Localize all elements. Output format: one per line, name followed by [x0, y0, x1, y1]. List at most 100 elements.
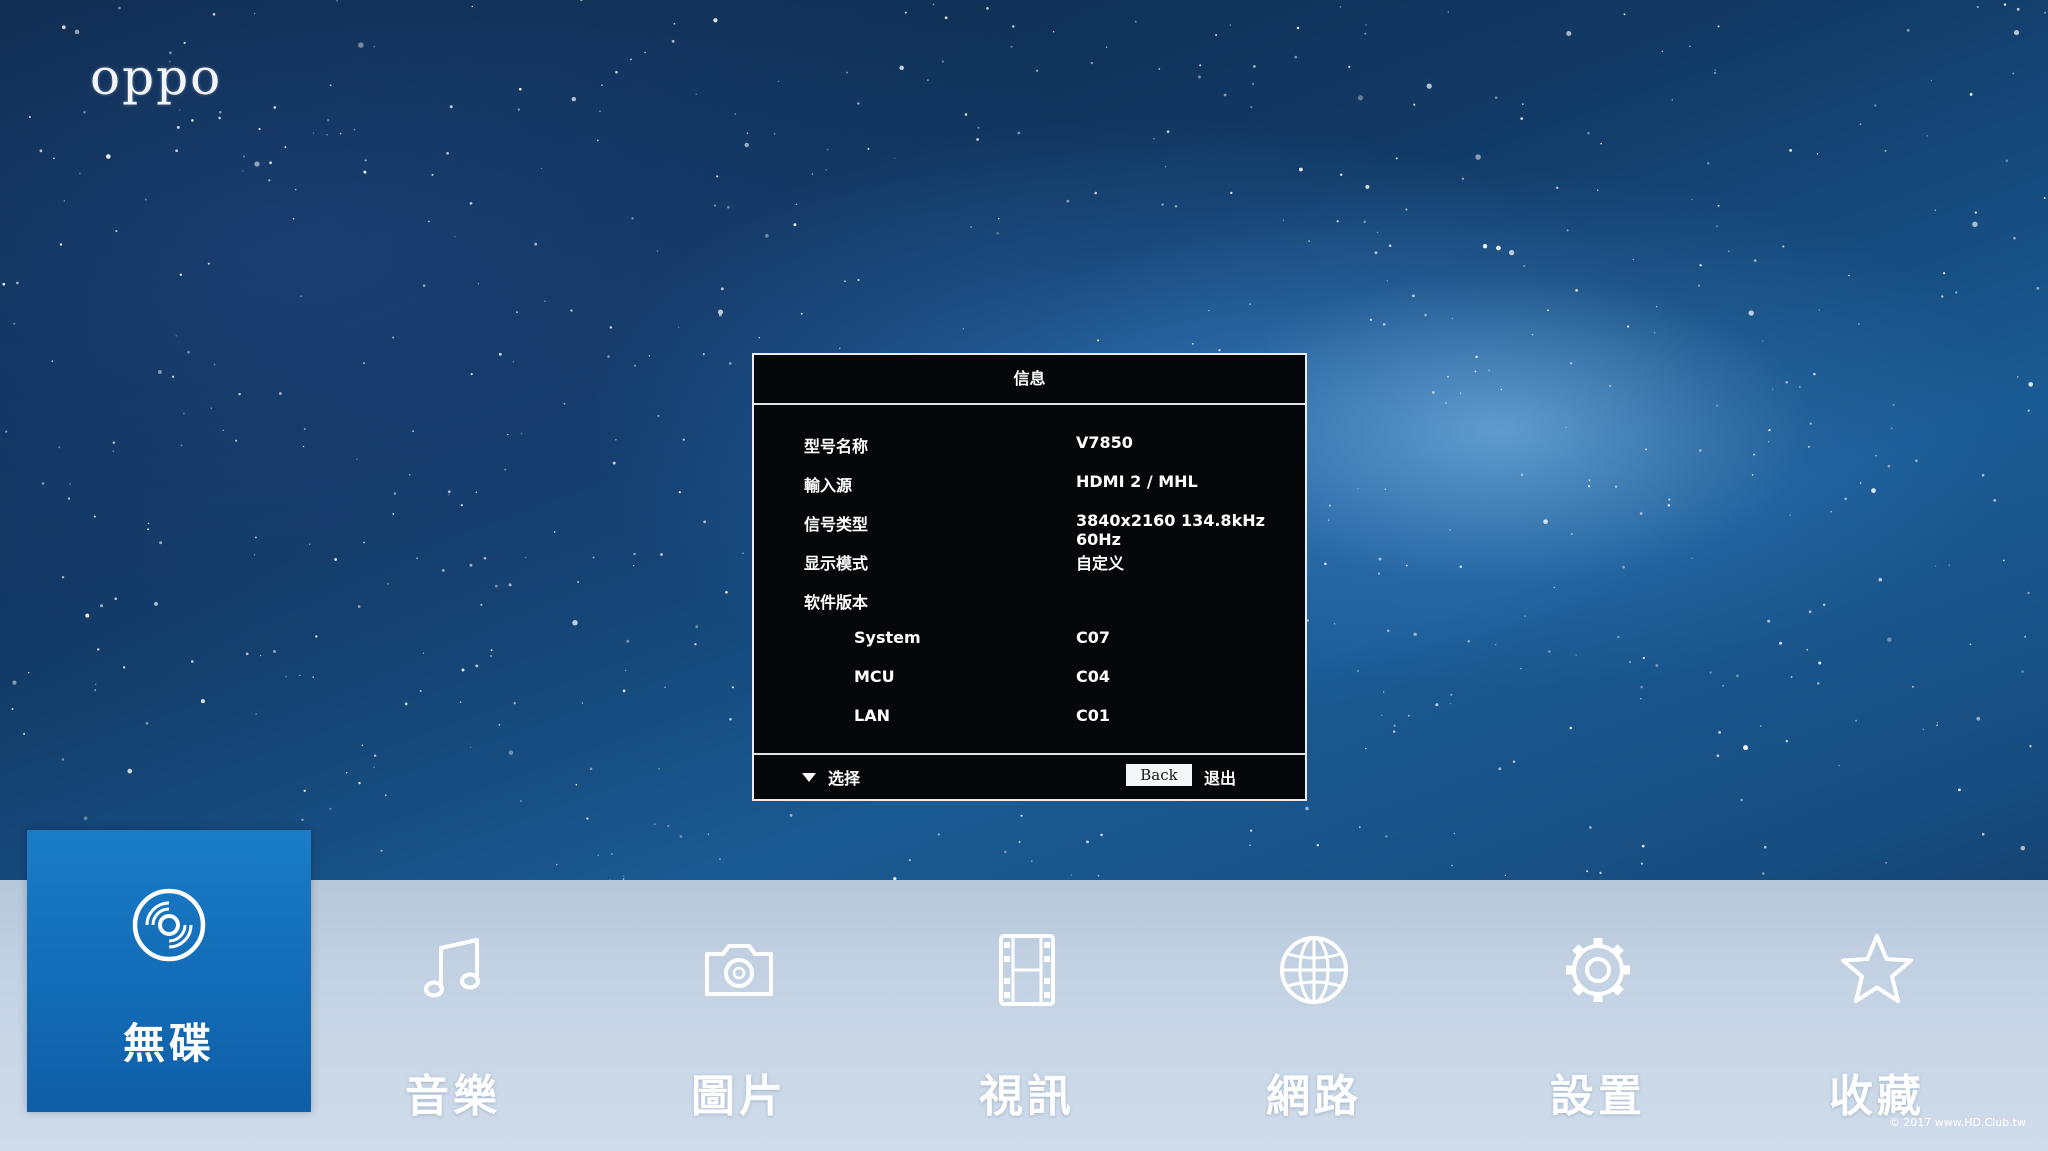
star: [609, 326, 612, 329]
info-row-signal-type: 信号类型 3840x2160 134.8kHz 60Hz: [754, 511, 1305, 549]
star: [1661, 50, 1664, 53]
star: [1411, 294, 1415, 298]
star: [1328, 519, 1330, 521]
star: [175, 335, 177, 337]
star: [1408, 715, 1410, 717]
star: [1531, 333, 1534, 336]
star: [461, 668, 465, 672]
star: [512, 360, 515, 363]
star: [1875, 454, 1877, 457]
star: [581, 702, 584, 704]
star: [391, 336, 395, 339]
star: [191, 119, 194, 122]
star: [294, 188, 297, 191]
star: [1426, 83, 1432, 89]
oppo-logo: oppo: [90, 48, 223, 106]
star: [1808, 610, 1812, 614]
menu-item-photos[interactable]: 圖片: [619, 880, 859, 1151]
star: [312, 676, 315, 678]
star: [178, 109, 181, 111]
star: [1395, 157, 1398, 160]
star: [653, 823, 656, 826]
star: [498, 352, 502, 356]
menu-item-video[interactable]: 視訊: [907, 880, 1147, 1151]
back-button[interactable]: Back: [1126, 764, 1192, 786]
star: [1948, 564, 1950, 566]
star: [404, 702, 408, 706]
star: [1385, 835, 1388, 838]
star: [592, 556, 595, 559]
star: [23, 732, 26, 735]
star: [483, 556, 487, 560]
star: [58, 446, 61, 449]
star: [1654, 332, 1656, 334]
disc-icon: [132, 888, 206, 962]
star: [363, 362, 365, 365]
star: [1855, 719, 1858, 722]
star: [1768, 428, 1771, 432]
star: [1934, 209, 1937, 212]
star: [144, 198, 147, 201]
star: [1958, 788, 1961, 792]
star: [742, 552, 744, 555]
star: [1617, 635, 1620, 639]
star: [1936, 724, 1938, 727]
star: [254, 13, 256, 15]
star: [631, 217, 634, 220]
star: [1384, 488, 1387, 491]
star: [28, 672, 30, 674]
star: [1461, 177, 1465, 180]
menu-item-network[interactable]: 網路: [1194, 880, 1434, 1151]
star: [843, 280, 846, 283]
menu-item-music[interactable]: 音樂: [333, 880, 573, 1151]
star: [937, 833, 940, 836]
star: [777, 80, 780, 83]
star: [734, 113, 737, 115]
star: [1972, 221, 1978, 228]
star: [1494, 96, 1498, 99]
star: [1969, 643, 1972, 646]
star: [839, 347, 841, 349]
star: [1981, 832, 1985, 836]
star: [1543, 519, 1548, 525]
info-value: C04: [1076, 667, 1111, 686]
star: [112, 441, 116, 444]
star: [679, 834, 683, 838]
star: [1782, 245, 1785, 248]
star: [13, 322, 16, 325]
star: [157, 370, 162, 374]
star: [1818, 309, 1821, 311]
star: [1208, 309, 1210, 312]
star: [1548, 650, 1551, 653]
star: [1100, 833, 1103, 837]
star: [1822, 603, 1826, 607]
star: [53, 157, 55, 160]
menu-item-favorites[interactable]: 收藏: [1757, 880, 1997, 1151]
star: [1691, 557, 1693, 559]
info-row-mcu: MCU C04: [754, 667, 1305, 697]
menu-item-no-disc[interactable]: 無碟: [27, 830, 311, 1112]
star: [857, 278, 860, 282]
star: [471, 5, 474, 8]
star: [85, 613, 90, 618]
info-row-input-source: 輸入源 HDMI 2 / MHL: [754, 472, 1305, 502]
menu-item-label: 圖片: [691, 1071, 787, 1122]
music-note-icon: [424, 938, 480, 998]
info-row-model-name: 型号名称 V7850: [754, 433, 1305, 463]
star: [1570, 533, 1573, 535]
star: [1449, 529, 1451, 531]
menu-item-settings[interactable]: 設置: [1478, 880, 1718, 1151]
star: [469, 563, 473, 567]
star: [1097, 874, 1100, 877]
star: [1915, 459, 1918, 463]
star: [1153, 138, 1155, 140]
star: [1249, 829, 1253, 832]
star: [1691, 198, 1693, 201]
menu-item-label: 音樂: [405, 1071, 501, 1122]
star: [147, 528, 150, 531]
star: [1874, 104, 1877, 107]
star: [789, 814, 793, 817]
star: [1405, 564, 1408, 567]
star: [159, 541, 163, 545]
star: [384, 794, 387, 797]
